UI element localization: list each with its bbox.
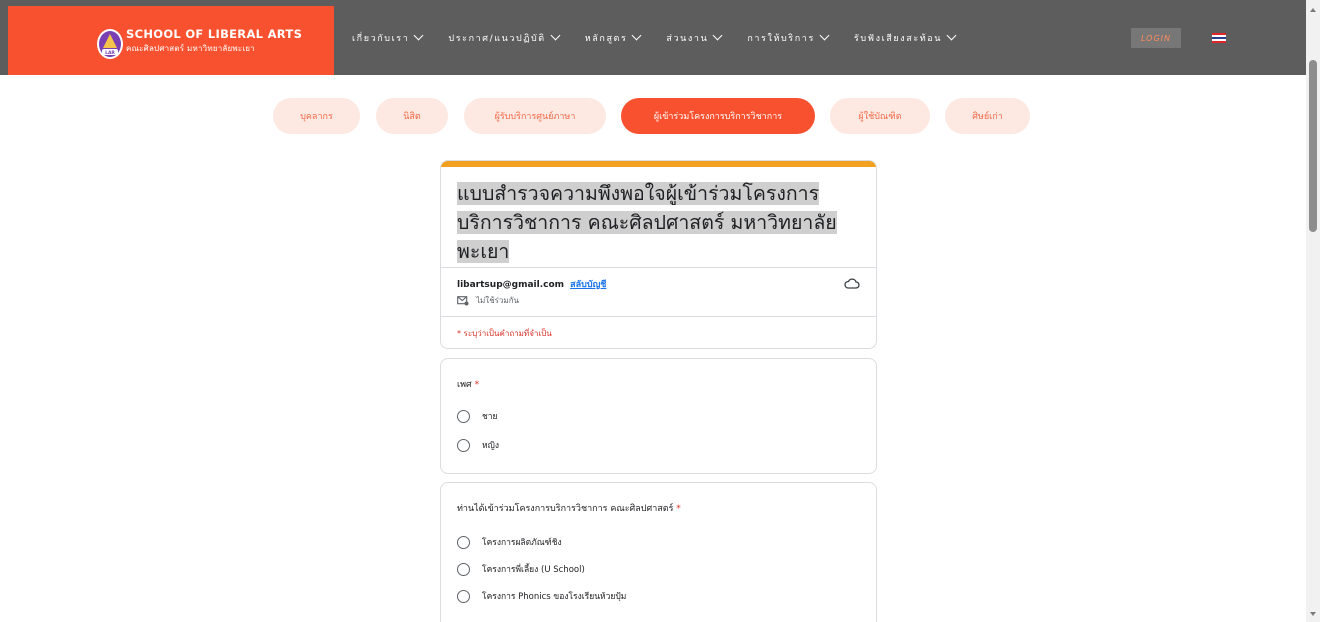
chevron-down-icon [712, 30, 723, 41]
question-card-gender: เพศ * ชาย หญิง [440, 358, 877, 474]
required-asterisk: * [676, 504, 681, 514]
option-label: โครงการพี่เลี้ยง (U School) [482, 565, 585, 575]
form-title: แบบสำรวจความพึงพอใจผู้เข้าร่วมโครงการ บร… [457, 179, 857, 266]
required-note: * ระบุว่าเป็นคำถามที่จำเป็น [457, 329, 552, 338]
form-accent-bar [441, 161, 876, 167]
nav-item-label: ส่วนงาน [666, 33, 709, 44]
radio-button[interactable] [457, 535, 470, 549]
radio-option-project-3[interactable]: โครงการ Phonics ของโรงเรียนห้วยปุ้ม [457, 589, 626, 603]
option-label: โครงการ Phonics ของโรงเรียนห้วยปุ้ม [482, 592, 627, 602]
svg-text:LAR: LAR [105, 50, 115, 56]
chevron-down-icon [819, 30, 830, 41]
question-card-project: ท่านได้เข้าร่วมโครงการบริการวิชาการ คณะศ… [440, 482, 877, 622]
page-scrollbar[interactable] [1306, 0, 1320, 622]
radio-option-project-1[interactable]: โครงการผลิตภัณฑ์ชิง [457, 535, 562, 549]
nav-item-feedback[interactable]: รับฟังเสียงสะท้อน [853, 30, 957, 45]
page: LAR SCHOOL OF LIBERAL ARTS คณะศิลปศาสตร์… [0, 0, 1320, 622]
thai-flag-icon[interactable] [1212, 33, 1226, 43]
account-info: libartsup@gmail.com สลับบัญชี [457, 277, 606, 291]
survey-tabs: บุคลากร นิสิต ผู้รับบริการศูนย์ภาษา ผู้เ… [0, 98, 1306, 136]
tab-alumni[interactable]: ศิษย์เก่า [945, 98, 1030, 134]
chevron-down-icon [413, 30, 424, 41]
brand-block[interactable]: LAR SCHOOL OF LIBERAL ARTS คณะศิลปศาสตร์… [8, 6, 334, 75]
tab-staff[interactable]: บุคลากร [273, 98, 360, 134]
cloud-saved-icon [844, 278, 860, 289]
not-shared-status: ไม่ใช้ร่วมกัน [457, 294, 519, 307]
nav-item-label: เกี่ยวกับเรา [352, 33, 410, 44]
nav-item-programs[interactable]: หลักสูตร [584, 30, 642, 45]
option-label: หญิง [482, 441, 499, 451]
tab-language-center[interactable]: ผู้รับบริการศูนย์ภาษา [464, 98, 606, 134]
question-text: เพศ [457, 380, 472, 390]
radio-button[interactable] [457, 409, 470, 423]
university-crest-icon: LAR [97, 29, 123, 59]
nav-item-label: ประกาศ/แนวปฏิบัติ [448, 33, 546, 44]
nav-item-label: รับฟังเสียงสะท้อน [853, 33, 943, 44]
option-label: โครงการผลิตภัณฑ์ชิง [482, 538, 562, 548]
chevron-down-icon [550, 30, 561, 41]
radio-button[interactable] [457, 562, 470, 576]
option-label: ชาย [482, 412, 498, 422]
chevron-down-icon [631, 30, 642, 41]
divider [441, 316, 876, 317]
nav-item-label: การให้บริการ [747, 33, 815, 44]
tab-academic-service[interactable]: ผู้เข้าร่วมโครงการบริการวิชาการ [621, 98, 815, 134]
nav-item-label: หลักสูตร [584, 33, 628, 44]
scrollbar-thumb[interactable] [1309, 60, 1317, 232]
site-header: LAR SCHOOL OF LIBERAL ARTS คณะศิลปศาสตร์… [0, 0, 1306, 75]
login-button[interactable]: LOGIN [1131, 28, 1181, 48]
form-header-card: แบบสำรวจความพึงพอใจผู้เข้าร่วมโครงการ บร… [440, 160, 877, 349]
question-text: ท่านได้เข้าร่วมโครงการบริการวิชาการ คณะศ… [457, 504, 674, 514]
scroll-down-arrow-icon[interactable] [1310, 612, 1316, 616]
chevron-down-icon [946, 30, 957, 41]
divider [441, 267, 876, 268]
required-asterisk: * [474, 380, 480, 390]
question-title: ท่านได้เข้าร่วมโครงการบริการวิชาการ คณะศ… [457, 501, 681, 515]
radio-option-male[interactable]: ชาย [457, 409, 498, 423]
brand-title: SCHOOL OF LIBERAL ARTS [126, 26, 303, 41]
form-title-line: พะเยา [457, 240, 510, 263]
radio-option-female[interactable]: หญิง [457, 438, 499, 452]
brand-text: SCHOOL OF LIBERAL ARTS คณะศิลปศาสตร์ มหา… [126, 27, 302, 55]
scroll-up-arrow-icon[interactable] [1310, 8, 1316, 12]
main-nav: เกี่ยวกับเรา ประกาศ/แนวปฏิบัติ หลักสูตร … [352, 0, 981, 75]
email-not-shared-icon [457, 295, 469, 305]
radio-option-project-2[interactable]: โครงการพี่เลี้ยง (U School) [457, 562, 585, 576]
nav-item-services[interactable]: การให้บริการ [747, 30, 830, 45]
nav-item-announcements[interactable]: ประกาศ/แนวปฏิบัติ [448, 30, 561, 45]
form-title-line: แบบสำรวจความพึงพอใจผู้เข้าร่วมโครงการ [457, 182, 820, 205]
brand-subtitle: คณะศิลปศาสตร์ มหาวิทยาลัยพะเยา [126, 43, 255, 53]
switch-account-link[interactable]: สลับบัญชี [570, 280, 606, 290]
radio-button[interactable] [457, 589, 470, 603]
radio-button[interactable] [457, 438, 470, 452]
tab-students[interactable]: นิสิต [376, 98, 448, 134]
nav-item-units[interactable]: ส่วนงาน [666, 30, 723, 45]
nav-item-about[interactable]: เกี่ยวกับเรา [352, 30, 424, 45]
tab-graduate-users[interactable]: ผู้ใช้บัณฑิต [830, 98, 930, 134]
account-email: libartsup@gmail.com [457, 280, 565, 290]
not-shared-label: ไม่ใช้ร่วมกัน [476, 296, 520, 305]
question-title: เพศ * [457, 377, 479, 391]
form-title-line: บริการวิชาการ คณะศิลปศาสตร์ มหาวิทยาลัย [457, 211, 837, 234]
